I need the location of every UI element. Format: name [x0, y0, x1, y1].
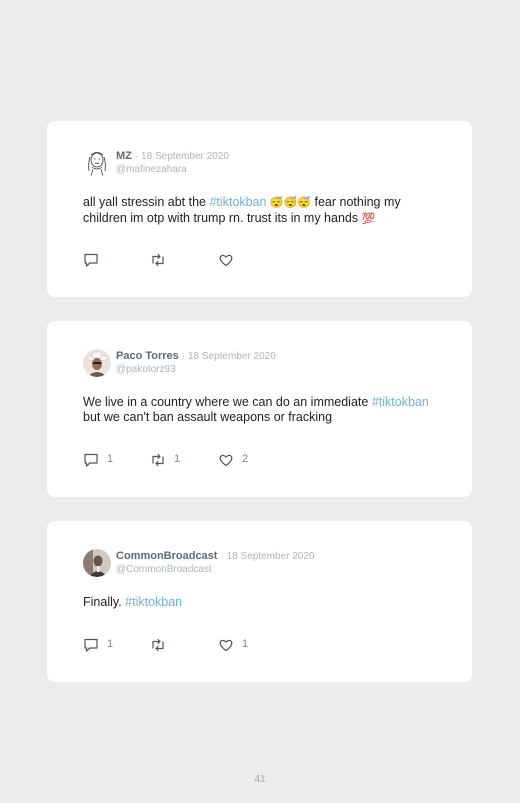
heart-icon [219, 254, 233, 267]
speech-bubble-icon [84, 253, 98, 267]
user-name[interactable]: CommonBroadcast [116, 550, 217, 562]
tweet-date: · 18 September 2020 [134, 151, 229, 162]
like-count: 2 [242, 453, 249, 465]
emoji: 💯 [361, 213, 376, 225]
heart-icon [219, 454, 233, 467]
emoji: 😴😴😴 [269, 197, 312, 209]
retweet-icon [152, 638, 164, 652]
tweet-card: CommonBroadcast · 18 September 2020 @Com… [47, 521, 472, 682]
speech-bubble-icon [84, 453, 98, 467]
like-count: 1 [242, 638, 249, 650]
avatar[interactable] [83, 149, 111, 177]
tweet-date: · 18 September 2020 [181, 351, 276, 362]
hashtag-link[interactable]: #tiktokban [209, 195, 266, 209]
retweet-icon [152, 453, 164, 467]
person-photo-icon [83, 349, 111, 377]
user-handle[interactable]: @mafinezahara [116, 163, 229, 176]
sketch-avatar-icon [83, 149, 111, 177]
tweet-card: Paco Torres · 18 September 2020 @pakotor… [47, 321, 472, 497]
hashtag-link[interactable]: #tiktokban [372, 395, 429, 409]
retweet-icon [152, 253, 164, 267]
person-photo-icon [83, 549, 111, 577]
speech-bubble-icon [84, 638, 98, 652]
tweet-date: · 18 September 2020 [220, 551, 315, 562]
retweet-count: 1 [174, 453, 181, 465]
user-handle[interactable]: @CommonBroadcast [116, 563, 314, 576]
reply-count: 1 [107, 453, 114, 465]
user-handle[interactable]: @pakotorz93 [116, 363, 276, 376]
avatar[interactable] [83, 349, 111, 377]
tweet-card: MZ · 18 September 2020 @mafinezahara all… [47, 121, 472, 297]
tweet-text: We live in a country where we can do an … [83, 395, 429, 424]
user-name[interactable]: Paco Torres [116, 350, 179, 362]
tweet-text: Finally. #tiktokban [83, 595, 183, 609]
page-number: 41 [254, 774, 266, 785]
avatar[interactable] [83, 549, 111, 577]
heart-icon [219, 639, 233, 652]
tweet-text: all yall stressin abt the #tiktokban 😴😴😴… [83, 195, 401, 225]
user-name[interactable]: MZ [116, 150, 132, 162]
hashtag-link[interactable]: #tiktokban [125, 595, 182, 609]
reply-count: 1 [107, 638, 114, 650]
